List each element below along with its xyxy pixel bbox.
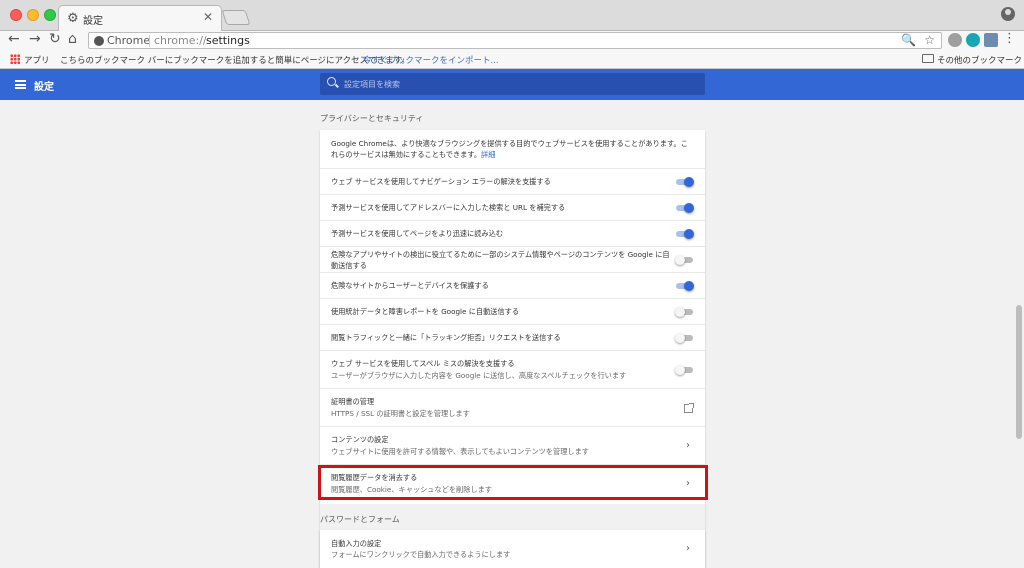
setting-row-do-not-track[interactable]: 閲覧トラフィックと一緒に「トラッキング拒否」リクエストを送信する [320,324,705,350]
setting-sublabel: HTTPS / SSL の証明書と設定を管理します [331,409,470,418]
setting-row-safe-browsing[interactable]: 危険なサイトからユーザーとデバイスを保護する [320,272,705,298]
setting-row-usage-stats[interactable]: 使用統計データと障害レポートを Google に自動送信する [320,298,705,324]
setting-row-content-settings[interactable]: コンテンツの設定 ウェブサイトに使用を許可する情報や、表示してもよいコンテンツを… [320,426,705,464]
setting-sublabel: フォームにワンクリックで自動入力できるようにします [331,550,511,559]
setting-row-predict-search[interactable]: 予測サービスを使用してアドレスバーに入力した検索と URL を補完する [320,194,705,220]
safe-browsing-report-toggle[interactable] [675,255,693,265]
chrome-menu-icon[interactable]: ⋮ [1003,31,1016,46]
passwords-card: 自動入力の設定 フォームにワンクリックで自動入力できるようにします › [320,530,705,568]
setting-sublabel: ウェブサイトに使用を許可する情報や、表示してもよいコンテンツを管理します [331,447,589,456]
privacy-card: Google Chromeは、より快適なブラウジングを提供する目的でウェブサービ… [320,130,705,568]
setting-label: 閲覧トラフィックと一緒に「トラッキング拒否」リクエストを送信する [331,333,561,342]
window-maximize-button[interactable] [44,9,56,21]
tab-strip: ⚙ 設定 ✕ [0,0,1024,32]
passwords-section-title: パスワードとフォーム [320,515,400,524]
devtools-extension-icon[interactable] [984,33,998,47]
setting-label: 自動入力の設定 [331,539,382,548]
url-path: settings [206,34,250,47]
apps-grid-icon [10,54,20,64]
extension-icon[interactable] [948,33,962,47]
spelling-toggle[interactable] [675,365,693,375]
settings-search[interactable] [320,73,705,95]
chevron-right-icon: › [686,543,690,554]
setting-sublabel: ユーザーがブラウザに入力した内容を Google に送信し、高度なスペルチェック… [331,371,627,380]
forward-arrow-icon[interactable]: → [29,31,41,48]
setting-label: 危険なアプリやサイトの検出に役立てるために一部のシステム情報やページのコンテンツ… [331,250,670,270]
bookmarks-hint: こちらのブックマーク バーにブックマークを追加すると簡単にページにアクセスできま… [60,56,410,66]
omnibox-separator [149,35,150,47]
setting-label: ウェブ サービスを使用してナビゲーション エラーの解決を支援する [331,177,551,186]
setting-label: コンテンツの設定 [331,435,389,444]
external-link-icon[interactable] [684,403,694,413]
back-arrow-icon[interactable]: ← [8,31,20,48]
setting-label: 使用統計データと障害レポートを Google に自動送信する [331,307,520,316]
setting-row-preload[interactable]: 予測サービスを使用してページをより迅速に読み込む [320,220,705,246]
safe-browsing-toggle[interactable] [676,281,694,291]
apps-bookmark[interactable]: アプリ [24,54,50,66]
import-bookmarks-link[interactable]: 今すぐブックマークをインポート... [363,54,499,66]
grammarly-extension-icon[interactable] [966,33,980,47]
tab-title: 設定 [83,16,103,27]
setting-row-nav-errors[interactable]: ウェブ サービスを使用してナビゲーション エラーの解決を支援する [320,168,705,194]
predict-search-toggle[interactable] [676,203,694,213]
tab-settings[interactable]: ⚙ 設定 ✕ [58,5,222,32]
setting-label: 危険なサイトからユーザーとデバイスを保護する [331,281,489,290]
do-not-track-toggle[interactable] [675,333,693,343]
url-scheme: chrome:// [154,34,207,47]
setting-label: 証明書の管理 [331,397,375,406]
learn-more-link[interactable]: 詳細 [481,150,495,159]
page-title: 設定 [34,82,54,93]
privacy-section-title: プライバシーとセキュリティ [320,114,424,123]
gear-icon: ⚙ [67,11,79,26]
folder-icon [922,54,934,63]
window-minimize-button[interactable] [27,9,39,21]
new-tab-button[interactable] [221,10,251,25]
reload-icon[interactable]: ↻ [49,31,61,48]
tab-close-button[interactable]: ✕ [203,10,213,24]
setting-label: 予測サービスを使用してページをより迅速に読み込む [331,229,503,238]
usage-stats-toggle[interactable] [675,307,693,317]
chrome-site-icon [94,36,104,46]
bookmarks-bar: アプリ こちらのブックマーク バーにブックマークを追加すると簡単にページにアクセ… [0,50,1024,69]
privacy-intro-text: Google Chromeは、より快適なブラウジングを提供する目的でウェブサービ… [331,139,688,159]
window-close-button[interactable] [10,9,22,21]
setting-row-safe-browsing-report[interactable]: 危険なアプリやサイトの検出に役立てるために一部のシステム情報やページのコンテンツ… [320,246,705,272]
privacy-intro: Google Chromeは、より快適なブラウジングを提供する目的でウェブサービ… [320,130,705,168]
search-input[interactable] [344,76,684,92]
toolbar: ← → ↻ ⌂ Chrome chrome:// settings 🔍 ☆ ⋮ [0,31,1024,50]
nav-errors-toggle[interactable] [676,177,694,187]
settings-header: 設定 [0,69,1024,100]
other-bookmarks[interactable]: その他のブックマーク [937,54,1022,66]
profile-icon[interactable] [1001,7,1015,21]
zoom-icon[interactable]: 🔍 [901,33,916,47]
setting-label: ウェブ サービスを使用してスペル ミスの解決を支援する [331,359,515,368]
highlight-box [318,465,708,500]
setting-label: 予測サービスを使用してアドレスバーに入力した検索と URL を補完する [331,203,566,212]
setting-row-autofill[interactable]: 自動入力の設定 フォームにワンクリックで自動入力できるようにします › [320,530,705,568]
scrollbar-thumb[interactable] [1016,305,1022,439]
menu-icon[interactable] [15,80,26,89]
search-icon [327,77,336,86]
bookmark-star-icon[interactable]: ☆ [924,33,935,47]
setting-row-spelling[interactable]: ウェブ サービスを使用してスペル ミスの解決を支援する ユーザーがブラウザに入力… [320,350,705,388]
preload-toggle[interactable] [676,229,694,239]
site-name: Chrome [107,34,151,47]
setting-row-certificates[interactable]: 証明書の管理 HTTPS / SSL の証明書と設定を管理します [320,388,705,426]
address-bar[interactable]: Chrome chrome:// settings 🔍 ☆ [88,32,942,49]
chevron-right-icon: › [686,440,690,451]
home-icon[interactable]: ⌂ [68,31,77,48]
